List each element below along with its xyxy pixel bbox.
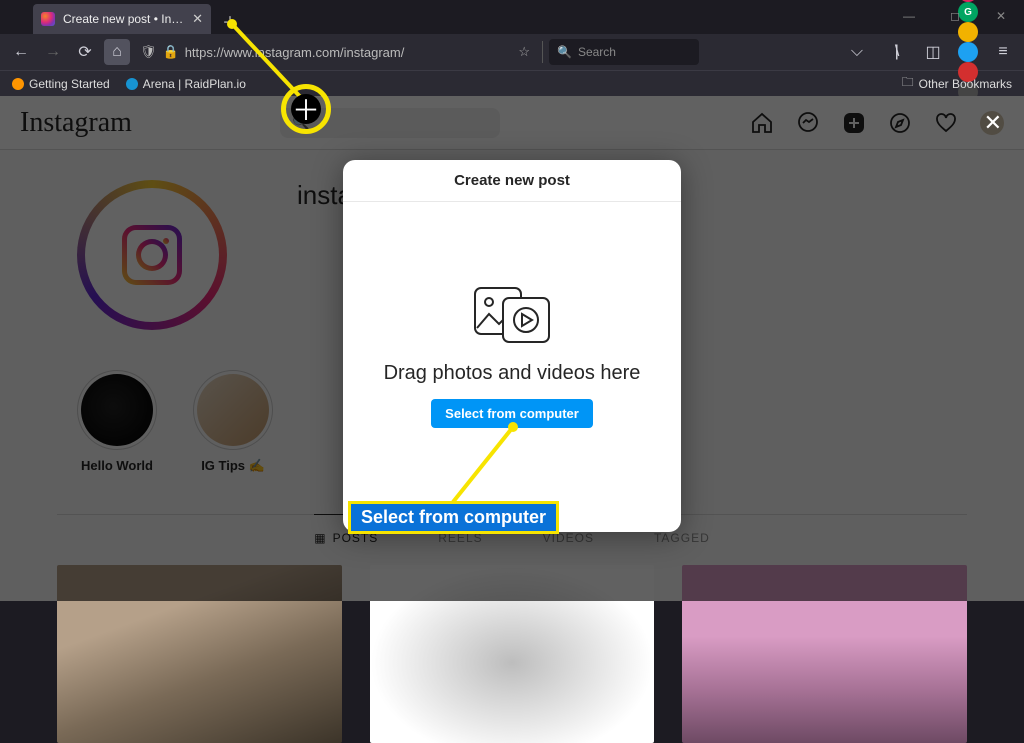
bookmark-getting-started[interactable]: Getting Started: [12, 77, 110, 91]
nav-reload-button[interactable]: ⟳: [72, 39, 98, 65]
other-bookmarks-label: Other Bookmarks: [919, 77, 1012, 91]
search-placeholder: Search: [578, 45, 616, 59]
window-minimize-button[interactable]: —: [886, 0, 932, 32]
browser-search-field[interactable]: 🔍 Search: [549, 39, 699, 65]
search-icon: 🔍: [557, 45, 572, 59]
sidebar-icon[interactable]: ◫: [920, 39, 946, 65]
library-icon[interactable]: ||\: [882, 39, 908, 65]
bookmark-star-icon[interactable]: ☆: [518, 44, 530, 60]
nav-home-button[interactable]: ⌂: [104, 39, 130, 65]
nav-forward-button[interactable]: →: [40, 39, 66, 65]
select-from-computer-button[interactable]: Select from computer: [431, 399, 593, 428]
new-tab-button[interactable]: ＋: [217, 8, 243, 34]
address-separator: [542, 41, 543, 63]
folder-icon: 🗀: [902, 73, 914, 94]
url-text: https://www.instagram.com/instagram/: [185, 45, 405, 60]
annotation-select-callout: Select from computer: [348, 501, 559, 534]
drag-prompt-text: Drag photos and videos here: [384, 362, 641, 385]
bookmark-label: Getting Started: [29, 77, 110, 91]
pocket-icon[interactable]: ⌵: [844, 39, 870, 65]
window-close-button[interactable]: ✕: [978, 0, 1024, 32]
browser-tab-active[interactable]: Create new post • Instagram ✕: [33, 4, 211, 34]
window-controls: — ◻ ✕: [886, 0, 1024, 32]
nav-back-button[interactable]: ←: [8, 39, 34, 65]
tab-close-icon[interactable]: ✕: [192, 11, 203, 27]
app-menu-button[interactable]: ≡: [990, 39, 1016, 65]
bookmark-label: Arena | RaidPlan.io: [143, 77, 246, 91]
tab-title: Create new post • Instagram: [63, 12, 184, 26]
window-maximize-button[interactable]: ◻: [932, 0, 978, 32]
instagram-favicon: [41, 12, 55, 26]
modal-body[interactable]: Drag photos and videos here Select from …: [343, 202, 681, 532]
browser-address-bar: ← → ⟳ ⌂ 🛡 🔒 https://www.instagram.com/in…: [0, 34, 1024, 70]
annotation-plus-callout: ＋: [281, 84, 331, 134]
modal-close-button[interactable]: ✕: [984, 110, 1002, 136]
shield-icon: 🛡: [140, 44, 157, 60]
bookmark-arena[interactable]: Arena | RaidPlan.io: [126, 77, 246, 91]
arena-favicon: [126, 78, 138, 90]
modal-title: Create new post: [343, 160, 681, 202]
firefox-favicon: [12, 78, 24, 90]
media-upload-icon: [467, 282, 557, 348]
lock-icon: 🔒: [163, 44, 179, 60]
url-field[interactable]: 🛡 🔒 https://www.instagram.com/instagram/…: [136, 44, 536, 60]
create-post-modal: Create new post Drag photos and videos h…: [343, 160, 681, 532]
extension-icon[interactable]: [958, 42, 978, 62]
other-bookmarks-folder[interactable]: 🗀 Other Bookmarks: [902, 73, 1012, 94]
plus-icon: ＋: [291, 94, 321, 124]
